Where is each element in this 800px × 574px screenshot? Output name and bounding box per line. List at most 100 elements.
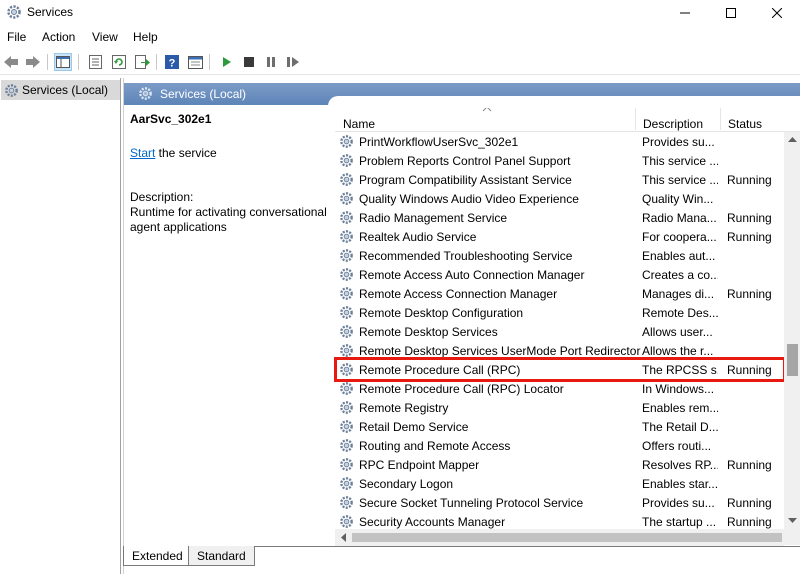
- menu-help[interactable]: Help: [133, 30, 158, 44]
- service-gear-icon: [339, 343, 354, 358]
- service-row[interactable]: Secondary Logon Enables star...: [335, 474, 800, 493]
- tree-item-services-local[interactable]: Services (Local): [1, 80, 120, 100]
- menu-bar: File Action View Help: [0, 28, 800, 47]
- service-row[interactable]: Routing and Remote Access Offers routi...: [335, 436, 800, 455]
- service-row[interactable]: Problem Reports Control Panel Support Thi…: [335, 151, 800, 170]
- minimize-icon: [680, 12, 690, 14]
- scroll-left-icon[interactable]: [340, 533, 346, 542]
- service-description: Enables aut...: [642, 249, 716, 263]
- service-row[interactable]: Secure Socket Tunneling Protocol Service…: [335, 493, 800, 512]
- service-description-panel: AarSvc_302e1 Start the service Descripti…: [124, 108, 334, 548]
- service-description: Remote Des...: [642, 306, 718, 320]
- console-icon: [187, 55, 203, 69]
- export-icon: [134, 55, 150, 69]
- console-tree: Services (Local): [0, 78, 121, 574]
- service-description: For coopera...: [642, 230, 717, 244]
- stop-service-button[interactable]: [240, 53, 258, 71]
- start-service-suffix: the service: [155, 146, 217, 160]
- svg-text:?: ?: [169, 58, 176, 70]
- service-name: Secondary Logon: [359, 477, 454, 491]
- service-status: Running: [727, 230, 772, 244]
- toolbar-separator: [47, 54, 48, 70]
- restart-icon: [287, 57, 299, 67]
- service-gear-icon: [339, 457, 354, 472]
- forward-button[interactable]: [24, 53, 42, 71]
- service-row[interactable]: RPC Endpoint Mapper Resolves RP... Running: [335, 455, 800, 474]
- services-gear-icon: [139, 87, 152, 100]
- service-row[interactable]: Remote Registry Enables rem...: [335, 398, 800, 417]
- toolbar-separator: [209, 54, 210, 70]
- horizontal-scroll-thumb[interactable]: [352, 533, 782, 542]
- back-button[interactable]: [2, 53, 20, 71]
- scroll-up-icon[interactable]: [788, 136, 797, 142]
- properties-button[interactable]: [86, 53, 104, 71]
- service-name: Program Compatibility Assistant Service: [359, 173, 572, 187]
- service-description: Allows user...: [642, 325, 713, 339]
- service-gear-icon: [339, 248, 354, 263]
- service-row[interactable]: Remote Access Auto Connection Manager Cre…: [335, 265, 800, 284]
- service-row[interactable]: Quality Windows Audio Video Experience Qu…: [335, 189, 800, 208]
- service-row[interactable]: Retail Demo Service The Retail D...: [335, 417, 800, 436]
- help-icon: ?: [165, 55, 179, 69]
- menu-file[interactable]: File: [7, 30, 26, 44]
- start-service-button[interactable]: [218, 53, 236, 71]
- service-description: The startup ...: [642, 515, 717, 529]
- service-description: Quality Win...: [642, 192, 714, 206]
- forward-arrow-icon: [26, 56, 40, 68]
- show-tree-icon: [56, 56, 70, 68]
- tab-extended[interactable]: Extended: [123, 546, 189, 566]
- sort-ascending-icon: [482, 108, 492, 112]
- service-gear-icon: [339, 153, 354, 168]
- service-name: Radio Management Service: [359, 211, 508, 225]
- service-row[interactable]: Program Compatibility Assistant Service T…: [335, 170, 800, 189]
- service-row[interactable]: Remote Desktop Services Allows user...: [335, 322, 800, 341]
- menu-action[interactable]: Action: [42, 30, 75, 44]
- service-status: Running: [727, 496, 772, 510]
- scroll-down-icon[interactable]: [788, 518, 797, 524]
- export-list-button[interactable]: [133, 53, 151, 71]
- service-row[interactable]: Remote Access Connection Manager Manages …: [335, 284, 800, 303]
- close-button[interactable]: [754, 0, 800, 26]
- column-header-description[interactable]: Description: [643, 117, 703, 131]
- refresh-button[interactable]: [110, 53, 128, 71]
- service-gear-icon: [339, 286, 354, 301]
- refresh-icon: [112, 55, 126, 69]
- service-row[interactable]: PrintWorkflowUserSvc_302e1 Provides su...: [335, 132, 800, 151]
- service-name: Remote Registry: [359, 401, 449, 415]
- column-divider[interactable]: [635, 108, 636, 130]
- vertical-scroll-thumb[interactable]: [787, 344, 798, 376]
- column-divider[interactable]: [720, 108, 721, 130]
- services-rows: PrintWorkflowUserSvc_302e1 Provides su...…: [335, 132, 800, 531]
- column-header-status[interactable]: Status: [728, 117, 762, 131]
- service-gear-icon: [339, 229, 354, 244]
- maximize-button[interactable]: [708, 0, 754, 26]
- service-name: Remote Desktop Services: [359, 325, 498, 339]
- vertical-scrollbar[interactable]: [784, 132, 800, 545]
- back-arrow-icon: [4, 56, 18, 68]
- column-header-name[interactable]: Name: [343, 117, 375, 131]
- service-name: Recommended Troubleshooting Service: [359, 249, 573, 263]
- service-gear-icon: [339, 381, 354, 396]
- minimize-button[interactable]: [662, 0, 708, 26]
- service-name: Secure Socket Tunneling Protocol Service: [359, 496, 584, 510]
- pause-service-button[interactable]: [262, 53, 280, 71]
- details-pane: Services (Local) AarSvc_302e1 Start the …: [123, 78, 800, 574]
- service-row[interactable]: Recommended Troubleshooting Service Enabl…: [335, 246, 800, 265]
- service-name: Remote Access Connection Manager: [359, 287, 558, 301]
- show-tree-button[interactable]: [54, 53, 72, 71]
- service-gear-icon: [339, 172, 354, 187]
- service-row[interactable]: Remote Desktop Configuration Remote Des..…: [335, 303, 800, 322]
- description-label: Description:: [130, 190, 194, 204]
- restart-service-button[interactable]: [284, 53, 302, 71]
- services-app-icon: [7, 5, 21, 19]
- service-row[interactable]: Radio Management Service Radio Mana... Run…: [335, 208, 800, 227]
- help-button[interactable]: ?: [163, 53, 181, 71]
- menu-view[interactable]: View: [92, 30, 118, 44]
- tab-standard[interactable]: Standard: [189, 546, 255, 566]
- service-row[interactable]: Realtek Audio Service For coopera... Runni…: [335, 227, 800, 246]
- console-button[interactable]: [186, 53, 204, 71]
- services-list: Name Description Status PrintWorkflowUse…: [335, 108, 800, 544]
- start-service-link[interactable]: Start: [130, 146, 155, 160]
- horizontal-scrollbar[interactable]: [335, 529, 784, 546]
- pane-header-title: Services (Local): [160, 87, 247, 101]
